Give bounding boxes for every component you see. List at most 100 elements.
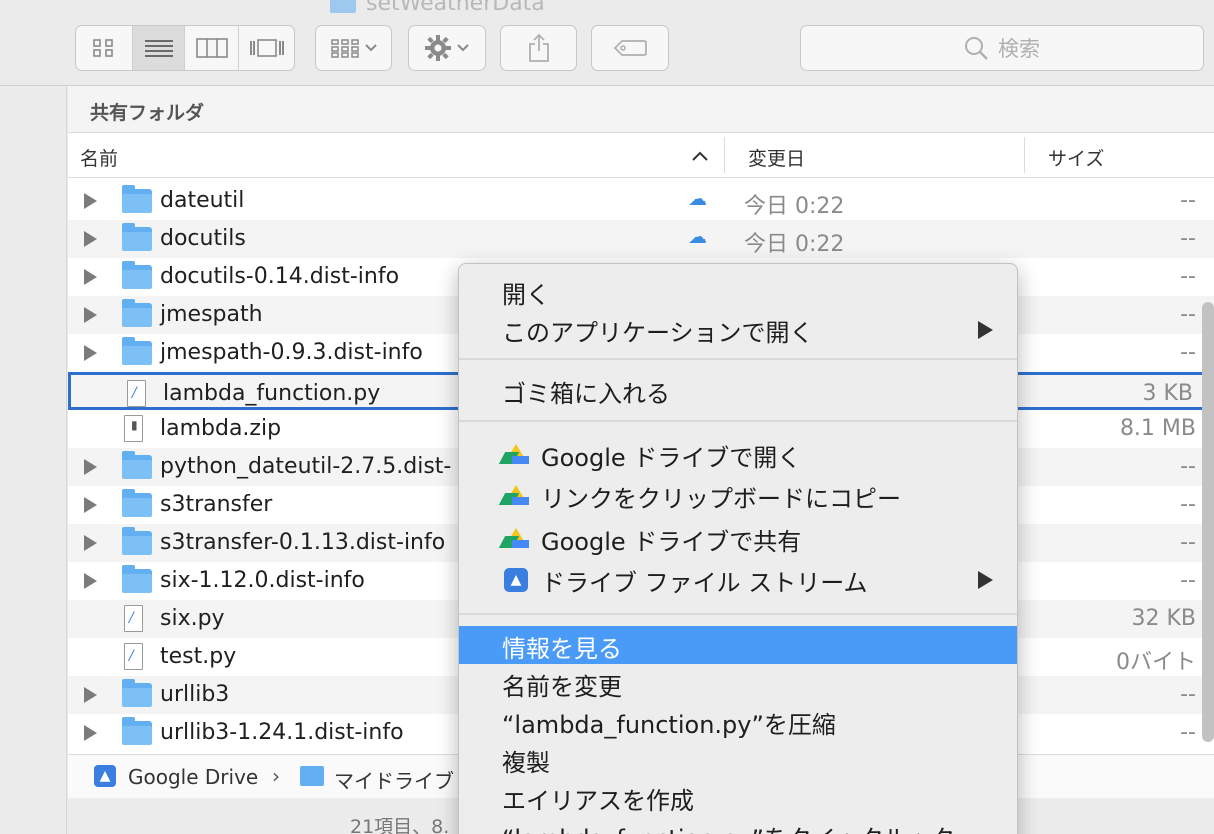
column-divider[interactable] (1024, 137, 1025, 173)
menu-item-label: Google ドライブで開く (541, 444, 802, 472)
file-size: 32 KB (1131, 606, 1196, 631)
folder-icon (122, 337, 152, 365)
menu-item-compress[interactable]: “lambda_function.py”を圧縮 (459, 702, 1017, 740)
menu-separator (459, 420, 1017, 422)
share-button[interactable] (500, 25, 577, 71)
gallery-view-button[interactable] (239, 26, 294, 70)
folder-icon (122, 299, 152, 327)
folder-icon (300, 766, 324, 786)
tag-icon (613, 40, 647, 56)
chevron-right-icon: › (272, 764, 280, 788)
file-name: s3transfer (160, 492, 273, 517)
file-name: six.py (160, 606, 225, 631)
menu-item-get-info[interactable]: 情報を見る (459, 626, 1017, 664)
folder-row[interactable]: docutils ☁ 今日 0:22 -- (68, 220, 1214, 258)
menu-item-label: 情報を見る (502, 635, 622, 663)
file-size: 8.1 MB (1119, 416, 1196, 441)
python-file-icon: / (124, 605, 143, 632)
disclosure-triangle-icon[interactable] (84, 345, 97, 361)
google-drive-icon: ▲ (94, 765, 116, 787)
disclosure-triangle-icon[interactable] (84, 497, 97, 513)
file-size: -- (1180, 302, 1196, 327)
file-name: docutils (160, 226, 246, 251)
path-child[interactable]: マイドライブ (334, 765, 454, 794)
group-grid-icon (330, 39, 359, 58)
file-name: six-1.12.0.dist-info (160, 568, 365, 593)
menu-item-label: “lambda_function.py”を圧縮 (502, 711, 836, 739)
menu-item-trash[interactable]: ゴミ箱に入れる (459, 371, 1017, 409)
disclosure-triangle-icon[interactable] (84, 193, 97, 209)
file-size: -- (1180, 226, 1196, 251)
disclosure-triangle-icon[interactable] (84, 573, 97, 589)
folder-icon (122, 451, 152, 479)
menu-item-drive-file-stream[interactable]: ▲ ドライブ ファイル ストリーム (459, 560, 1017, 598)
python-file-icon: / (127, 380, 146, 407)
menu-item-copy-link[interactable]: リンクをクリップボードにコピー (459, 476, 1017, 514)
window-title-label: setWeatherData (366, 0, 545, 16)
action-button[interactable] (408, 25, 486, 71)
menu-item-open-with[interactable]: このアプリケーションで開く (459, 310, 1017, 348)
file-name: lambda.zip (160, 416, 282, 441)
folder-row[interactable]: dateutil ☁ 今日 0:22 -- (68, 182, 1214, 220)
view-mode-segment (75, 25, 295, 71)
disclosure-triangle-icon[interactable] (84, 459, 97, 475)
file-name: test.py (160, 644, 237, 669)
menu-item-gdrive-open[interactable]: Google ドライブで開く (459, 435, 1017, 473)
disclosure-triangle-icon[interactable] (84, 725, 97, 741)
file-size: -- (1180, 530, 1196, 555)
file-name: jmespath (160, 302, 263, 327)
share-icon (528, 33, 549, 62)
menu-item-label: “lambda_function.py”をクイックルック (502, 819, 955, 834)
folder-icon (122, 717, 152, 745)
folder-icon (122, 527, 152, 555)
column-modified[interactable]: 変更日 (748, 144, 805, 171)
column-divider[interactable] (724, 137, 725, 173)
file-name: dateutil (160, 188, 245, 213)
disclosure-triangle-icon[interactable] (84, 307, 97, 323)
submenu-arrow-icon (978, 321, 993, 339)
file-name: lambda_function.py (163, 381, 381, 406)
menu-item-rename[interactable]: 名前を変更 (459, 664, 1017, 702)
column-name[interactable]: 名前 (80, 144, 118, 171)
file-size: -- (1180, 682, 1196, 707)
menu-separator (459, 358, 1017, 360)
file-size: 3 KB (1142, 381, 1193, 406)
column-view-button[interactable] (185, 26, 239, 70)
menu-separator (459, 613, 1017, 615)
menu-item-label: ドライブ ファイル ストリーム (541, 569, 868, 597)
file-name: s3transfer-0.1.13.dist-info (160, 530, 446, 555)
menu-item-open[interactable]: 開く (459, 272, 1017, 310)
menu-item-duplicate[interactable]: 複製 (459, 740, 1017, 778)
file-size: -- (1180, 492, 1196, 517)
vertical-scrollbar[interactable] (1202, 302, 1214, 742)
column-size[interactable]: サイズ (1048, 144, 1104, 171)
icon-view-icon (93, 39, 113, 57)
file-size: -- (1180, 188, 1196, 213)
menu-item-make-alias[interactable]: エイリアスを作成 (459, 778, 1017, 816)
search-placeholder: 検索 (998, 37, 1040, 61)
sort-ascending-icon[interactable] (692, 151, 708, 161)
folder-icon (122, 565, 152, 593)
group-by-button[interactable] (315, 25, 392, 71)
menu-item-label: 開く (502, 281, 550, 309)
menu-item-gdrive-share[interactable]: Google ドライブで共有 (459, 519, 1017, 557)
disclosure-triangle-icon[interactable] (84, 535, 97, 551)
menu-item-quick-look[interactable]: “lambda_function.py”をクイックルック (459, 816, 1017, 834)
search-field[interactable]: 検索 (800, 25, 1204, 71)
file-name: python_dateutil-2.7.5.dist- (160, 454, 452, 479)
search-icon (965, 37, 988, 60)
column-header: 名前 変更日 サイズ (68, 132, 1214, 178)
path-root[interactable]: Google Drive (128, 765, 258, 789)
disclosure-triangle-icon[interactable] (84, 687, 97, 703)
disclosure-triangle-icon[interactable] (84, 269, 97, 285)
icon-view-button[interactable] (76, 26, 133, 70)
tags-button[interactable] (591, 25, 669, 71)
list-view-button[interactable] (133, 26, 185, 70)
file-name: urllib3 (160, 682, 230, 707)
gear-icon (425, 35, 451, 61)
disclosure-triangle-icon[interactable] (84, 231, 97, 247)
file-size: -- (1180, 340, 1196, 365)
file-name: urllib3-1.24.1.dist-info (160, 720, 404, 745)
folder-icon (122, 185, 152, 213)
menu-item-label: 複製 (502, 749, 550, 777)
